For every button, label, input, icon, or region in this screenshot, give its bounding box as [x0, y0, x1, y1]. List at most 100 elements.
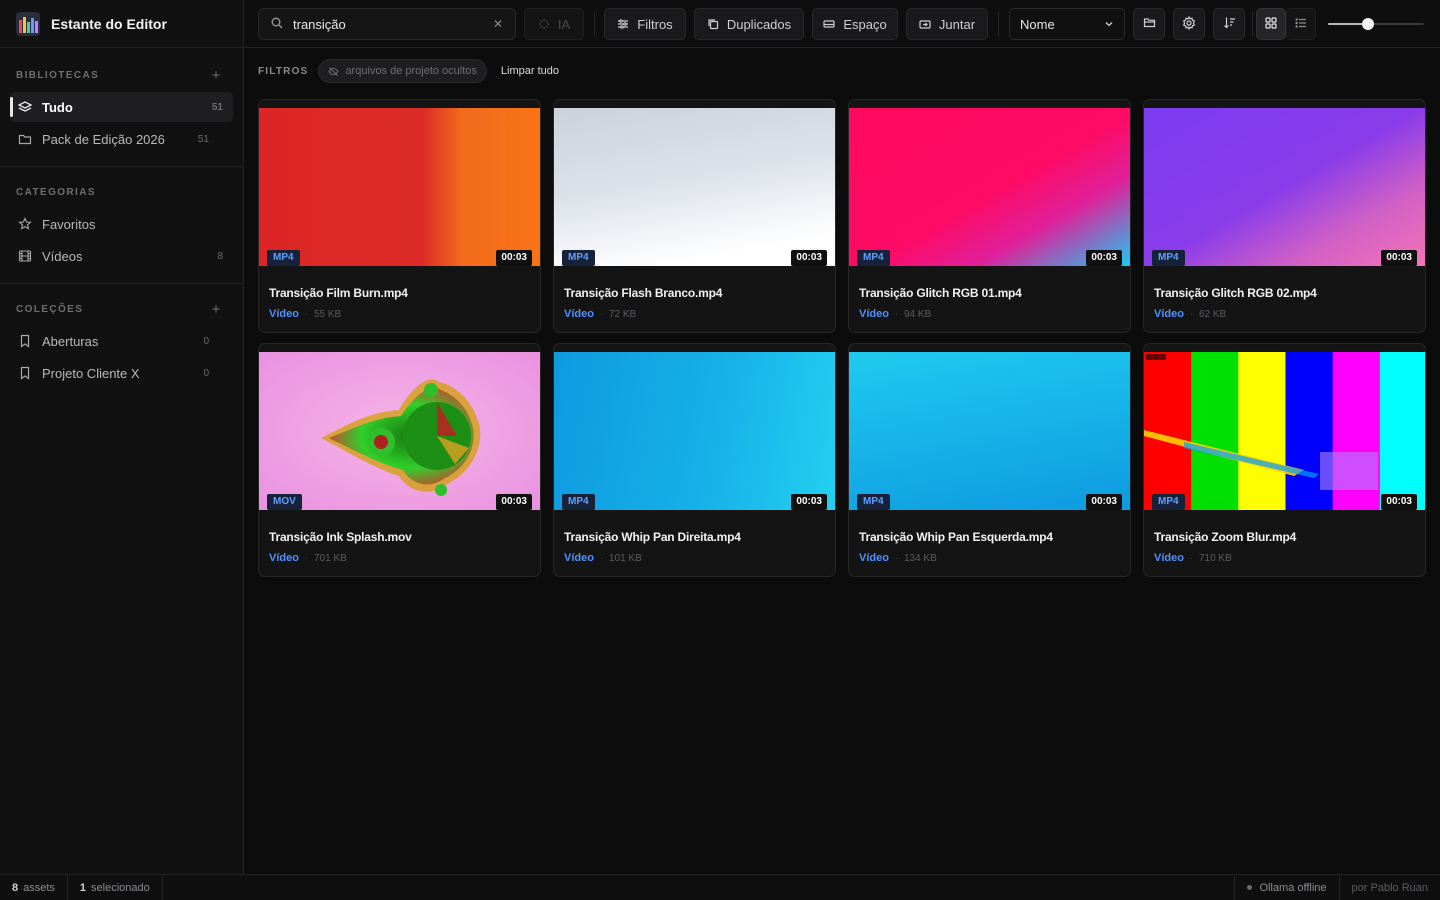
hidden-project-files-chip[interactable]: arquivos de projeto ocultos [318, 59, 487, 83]
asset-thumbnail: MP4 00:03 [1144, 108, 1425, 266]
format-badge: MOV [267, 494, 302, 510]
asset-thumbnail: MP4 00:03 [554, 352, 835, 510]
brand: Estante do Editor [0, 0, 243, 48]
merge-button[interactable]: Juntar [906, 8, 988, 40]
asset-card[interactable]: MOV 00:03 Transição Ink Splash.mov Vídeo · 70… [258, 343, 541, 577]
filters-title: FILTROS [258, 65, 309, 77]
open-folder-button[interactable] [1133, 8, 1165, 40]
sidebar-item-count: 51 [211, 101, 223, 113]
grid-icon [1265, 16, 1277, 32]
assets-count-label: assets [23, 881, 55, 894]
sort-select[interactable]: Nome [1009, 8, 1125, 40]
asset-name: Transição Ink Splash.mov [269, 530, 412, 544]
clear-search-icon[interactable]: ✕ [493, 17, 503, 31]
selected-count-value: 1 [79, 881, 87, 894]
duration-badge: 00:03 [496, 494, 532, 510]
layers-icon [18, 100, 32, 114]
add-collection-icon[interactable]: + [205, 302, 227, 317]
slider-knob[interactable] [1362, 18, 1375, 30]
toolbar-divider [998, 12, 999, 36]
gear-icon [1182, 15, 1196, 33]
asset-size: 55 KB [313, 308, 342, 320]
duplicates-label: Duplicados [726, 16, 792, 32]
ollama-status-label: Ollama offline [1259, 881, 1327, 894]
clear-all-link[interactable]: Limpar tudo [501, 65, 559, 77]
sidebar-item-videos[interactable]: Vídeos 8 [10, 241, 233, 271]
sidebar-item-tudo[interactable]: Tudo 51 [10, 92, 233, 122]
status-bar: 8 assets 1 selecionado Ollama offline po… [0, 874, 1440, 900]
asset-card[interactable]: MP4 00:03 Transição Flash Branco.mp4 Vídeo ·… [553, 99, 836, 333]
film-icon [18, 249, 32, 263]
asset-card[interactable]: MP4 00:03 Transição Zoom Blur.mp4 Vídeo · 710… [1143, 343, 1426, 577]
collections-title: COLEÇÕES [16, 303, 84, 315]
duplicates-button[interactable]: Duplicados [694, 8, 804, 40]
asset-meta: Vídeo · 94 KB [859, 308, 931, 320]
duration-badge: 00:03 [791, 250, 827, 266]
sidebar-item-count: 8 [217, 250, 223, 262]
asset-size: 710 KB [1198, 552, 1232, 564]
asset-name: Transição Flash Branco.mp4 [564, 286, 723, 300]
asset-name: Transição Film Burn.mp4 [269, 286, 408, 300]
sidebar-item-pack-edicao[interactable]: Pack de Edição 2026 51 [10, 124, 233, 154]
search-box[interactable]: ✕ [258, 8, 516, 40]
thumbnail-size-slider[interactable] [1328, 18, 1424, 30]
app-title: Estante do Editor [51, 15, 167, 32]
asset-size: 62 KB [1198, 308, 1227, 320]
ai-button[interactable]: IA [524, 8, 584, 40]
separator-dot: · [599, 553, 603, 563]
status-dot-icon [1247, 885, 1253, 890]
eye-off-icon [328, 66, 340, 77]
filters-button[interactable]: Filtros [604, 8, 686, 40]
duration-badge: 00:03 [1086, 250, 1122, 266]
sidebar-item-favoritos[interactable]: Favoritos [10, 209, 233, 239]
copy-icon [707, 18, 719, 30]
sidebar-item-aberturas[interactable]: Aberturas 0 [10, 326, 233, 356]
grid-view-button[interactable] [1256, 8, 1286, 40]
asset-kind: Vídeo [1154, 552, 1184, 564]
asset-meta: Vídeo · 101 KB [564, 552, 642, 564]
ai-label: IA [557, 16, 571, 32]
sidebar-item-count: 51 [197, 133, 209, 145]
filters-label: Filtros [637, 16, 673, 32]
categories-title: CATEGORIAS [16, 186, 96, 198]
sidebar-item-projeto-cliente-x[interactable]: Projeto Cliente X 0 [10, 358, 233, 388]
asset-name: Transição Glitch RGB 01.mp4 [859, 286, 1022, 300]
sort-direction-button[interactable] [1213, 8, 1245, 40]
asset-name: Transição Glitch RGB 02.mp4 [1154, 286, 1317, 300]
asset-name: Transição Whip Pan Esquerda.mp4 [859, 530, 1053, 544]
asset-card[interactable]: MP4 00:03 Transição Whip Pan Direita.mp4 Ví… [553, 343, 836, 577]
asset-kind: Vídeo [564, 552, 594, 564]
libraries-section: BIBLIOTECAS + Tudo 51 Pack de Edição 202… [0, 48, 243, 167]
separator-dot: · [304, 553, 308, 563]
star-icon [18, 217, 32, 231]
asset-meta: Vídeo · 72 KB [564, 308, 636, 320]
asset-card[interactable]: MP4 00:03 Transição Glitch RGB 02.mp4 Vídeo… [1143, 99, 1426, 333]
sidebar-item-label: Aberturas [42, 333, 99, 349]
format-badge: MP4 [267, 250, 300, 266]
asset-card[interactable]: MP4 00:03 Transição Glitch RGB 01.mp4 Vídeo… [848, 99, 1131, 333]
search-icon [271, 17, 283, 32]
settings-button[interactable] [1173, 8, 1205, 40]
asset-card[interactable]: MP4 00:03 Transição Whip Pan Esquerda.mp4 V… [848, 343, 1131, 577]
format-badge: MP4 [857, 494, 890, 510]
list-view-button[interactable] [1286, 8, 1316, 40]
format-badge: MP4 [1152, 494, 1185, 510]
asset-thumbnail: MP4 00:03 [849, 108, 1130, 266]
asset-meta: Vídeo · 55 KB [269, 308, 341, 320]
asset-kind: Vídeo [269, 308, 299, 320]
asset-card[interactable]: MP4 00:03 Transição Film Burn.mp4 Vídeo · 55 … [258, 99, 541, 333]
asset-grid: MP4 00:03 Transição Film Burn.mp4 Vídeo · 55 … [258, 99, 1426, 577]
asset-size: 134 KB [903, 552, 937, 564]
merge-icon [919, 18, 931, 30]
list-icon [1295, 17, 1307, 32]
categories-section: CATEGORIAS Favoritos Vídeos 8 [0, 167, 243, 284]
space-button[interactable]: Espaço [812, 8, 898, 40]
chevron-down-icon [1104, 17, 1114, 32]
add-library-icon[interactable]: + [205, 68, 227, 83]
asset-meta: Vídeo · 62 KB [1154, 308, 1226, 320]
chip-label: arquivos de projeto ocultos [345, 65, 477, 77]
credit-label: por Pablo Ruan [1351, 881, 1428, 894]
folder-icon [18, 132, 32, 146]
search-input[interactable] [293, 16, 493, 32]
asset-kind: Vídeo [269, 552, 299, 564]
